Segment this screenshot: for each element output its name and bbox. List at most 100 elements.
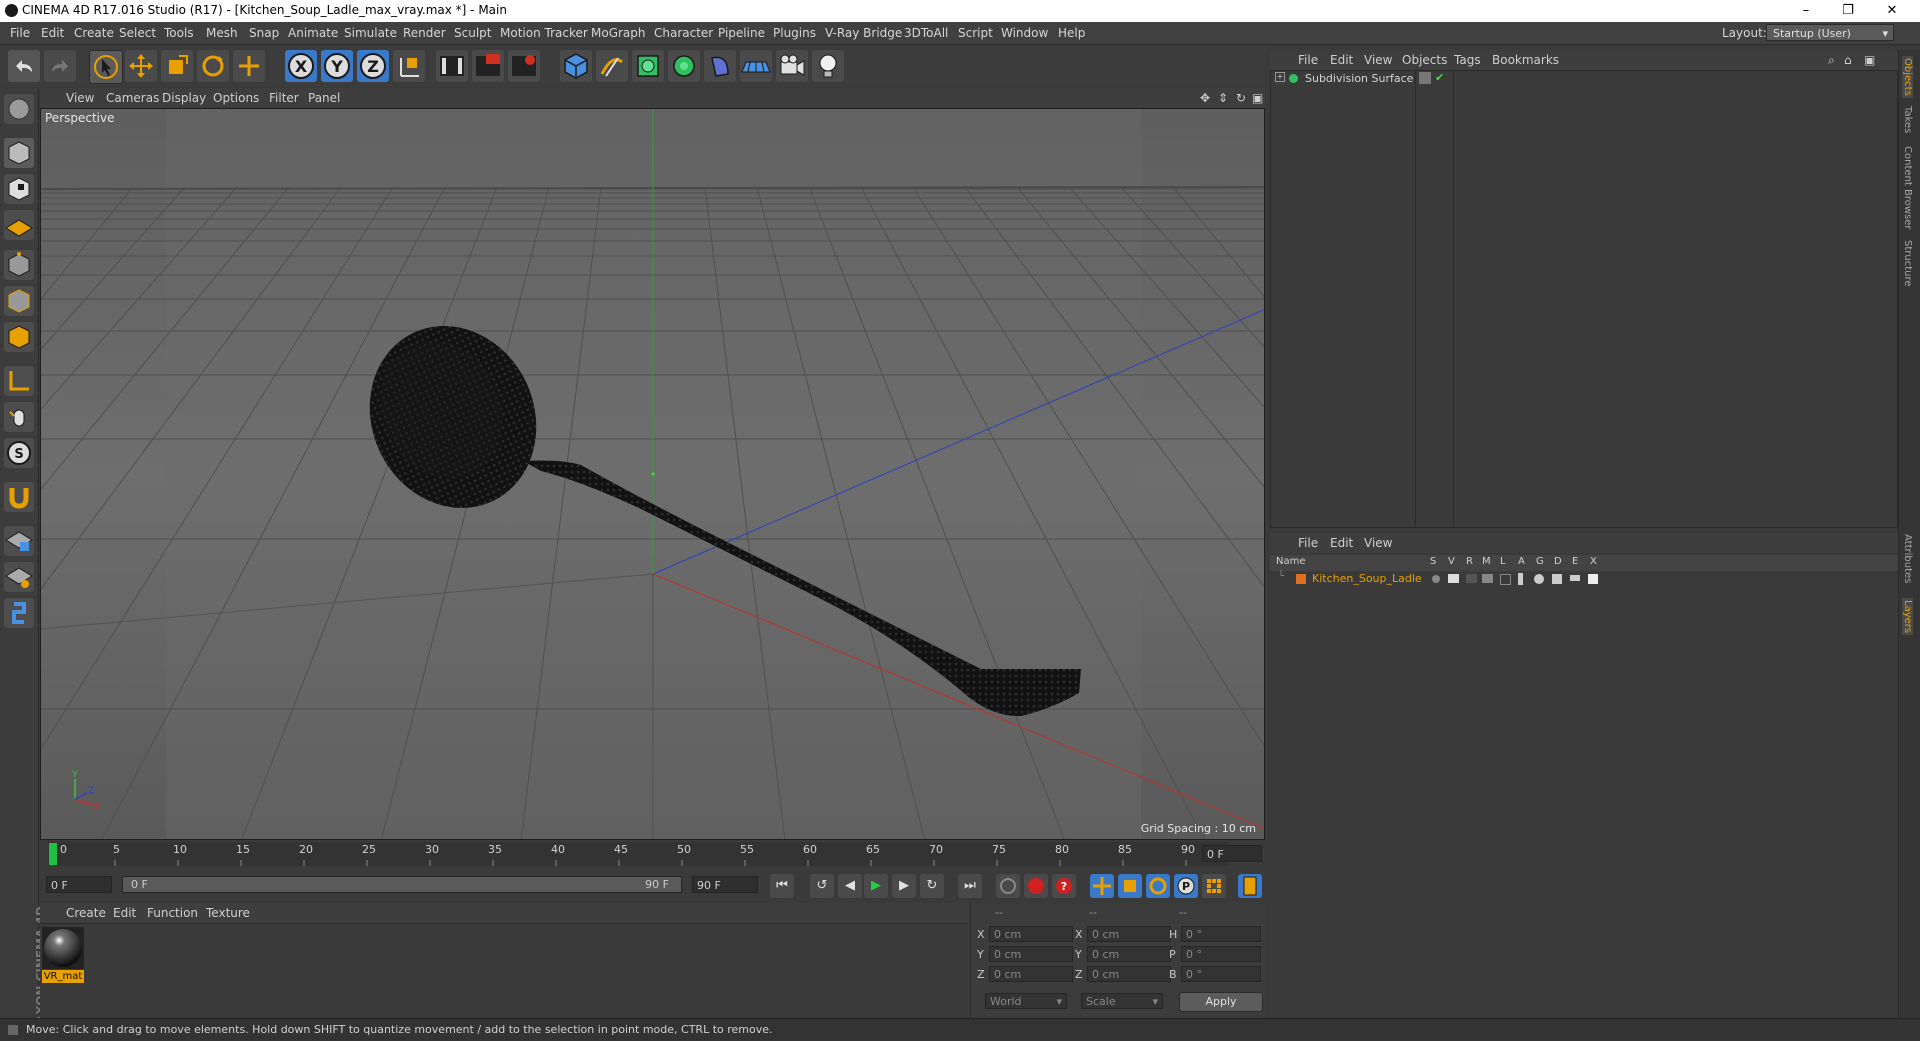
obj-menu-view[interactable]: View: [1364, 53, 1392, 67]
deformer-toggle-icon[interactable]: [1552, 574, 1562, 584]
menu-3dtoall[interactable]: 3DToAll: [904, 26, 948, 40]
menu-plugins[interactable]: Plugins: [773, 26, 816, 40]
maximize-button[interactable]: ❐: [1828, 2, 1868, 20]
texture-mode-icon[interactable]: [4, 174, 34, 204]
col-render[interactable]: R: [1466, 556, 1473, 567]
start-frame-field[interactable]: 0 F: [46, 876, 112, 893]
render-toggle-icon[interactable]: [1466, 574, 1477, 583]
search-icon[interactable]: ⌕: [1828, 53, 1835, 68]
python-icon[interactable]: [4, 598, 34, 628]
viewport-menu-display[interactable]: Display: [162, 91, 206, 105]
prev-key-button[interactable]: ↺: [810, 874, 834, 898]
maximize-panel-icon[interactable]: ▣: [1864, 53, 1875, 67]
go-to-start-button[interactable]: ⏮: [770, 874, 794, 898]
solo-toggle-icon[interactable]: [1432, 575, 1440, 583]
move-icon[interactable]: [125, 50, 157, 82]
layer-tag-icon[interactable]: [1419, 72, 1431, 84]
viewport-pan-icon[interactable]: ✥: [1200, 91, 1210, 105]
key-scale-icon[interactable]: [1118, 874, 1142, 898]
material-menu-edit[interactable]: Edit: [113, 906, 136, 920]
menu-animate[interactable]: Animate: [288, 26, 338, 40]
viewport-zoom-icon[interactable]: ⇕: [1218, 91, 1228, 105]
enabled-check-icon[interactable]: ✔: [1435, 71, 1444, 84]
tab-attributes[interactable]: Attributes: [1902, 534, 1913, 583]
menu-help[interactable]: Help: [1058, 26, 1085, 40]
tweak-icon[interactable]: [4, 402, 34, 432]
render-picture-viewer-icon[interactable]: [472, 50, 504, 82]
rotation-h-field[interactable]: 0 °: [1181, 926, 1261, 942]
viewport-menu-options[interactable]: Options: [213, 91, 259, 105]
grid-lock-icon[interactable]: [4, 526, 34, 556]
apply-button[interactable]: Apply: [1179, 992, 1263, 1012]
col-name[interactable]: Name: [1276, 556, 1306, 567]
manager-toggle-icon[interactable]: [1482, 574, 1493, 583]
key-pla-icon[interactable]: [1202, 874, 1226, 898]
rotate-icon[interactable]: [197, 50, 229, 82]
position-y-field[interactable]: 0 cm: [989, 946, 1073, 962]
menu-tools[interactable]: Tools: [164, 26, 194, 40]
scale-icon[interactable]: [161, 50, 193, 82]
undo-icon[interactable]: [8, 50, 40, 82]
menu-simulate[interactable]: Simulate: [344, 26, 397, 40]
autokey-icon[interactable]: ?: [1052, 874, 1076, 898]
snap-s-icon[interactable]: S: [4, 438, 34, 468]
menu-sculpt[interactable]: Sculpt: [454, 26, 491, 40]
world-coords-icon[interactable]: [393, 50, 425, 82]
object-row[interactable]: + Subdivision Surface ✔: [1271, 71, 1897, 87]
redo-icon[interactable]: [44, 50, 76, 82]
record-icon[interactable]: [1024, 874, 1048, 898]
material-swatch[interactable]: VR_mat: [42, 927, 84, 983]
key-param-icon[interactable]: P: [1174, 874, 1198, 898]
viewport-rotate-icon[interactable]: ↻: [1236, 91, 1246, 105]
tab-structure[interactable]: Structure: [1902, 240, 1913, 287]
polygons-mode-icon[interactable]: [4, 322, 34, 352]
end-frame-field[interactable]: 90 F: [692, 876, 758, 893]
coord-mode-scale-select[interactable]: Scale ▾: [1081, 993, 1163, 1009]
edges-mode-icon[interactable]: [4, 286, 34, 316]
select-cursor-icon[interactable]: [89, 50, 123, 84]
obj-menu-objects[interactable]: Objects: [1402, 53, 1447, 67]
key-rotate-icon[interactable]: [1146, 874, 1170, 898]
layer-color-swatch[interactable]: [1296, 574, 1306, 584]
viewport-menu-cameras[interactable]: Cameras: [106, 91, 159, 105]
col-locked[interactable]: L: [1500, 556, 1506, 567]
expand-icon[interactable]: +: [1275, 72, 1285, 82]
grid-settings-icon[interactable]: [4, 562, 34, 592]
menu-create[interactable]: Create: [74, 26, 114, 40]
obj-menu-tags[interactable]: Tags: [1454, 53, 1481, 67]
camera-icon[interactable]: [776, 50, 808, 82]
viewport-menu-view[interactable]: View: [66, 91, 94, 105]
model-mode-icon[interactable]: [4, 138, 34, 168]
col-expressions[interactable]: E: [1572, 556, 1578, 567]
menu-vray-bridge[interactable]: V-Ray Bridge: [825, 26, 902, 40]
points-mode-icon[interactable]: [4, 250, 34, 280]
rotation-p-field[interactable]: 0 °: [1181, 946, 1261, 962]
z-axis-icon[interactable]: Z: [357, 50, 389, 82]
col-xref[interactable]: X: [1590, 556, 1597, 567]
viewport-camera-label[interactable]: Perspective: [45, 111, 115, 125]
loop-button[interactable]: ↻: [920, 874, 944, 898]
close-button[interactable]: ✕: [1872, 2, 1912, 20]
workplane-icon[interactable]: [4, 210, 34, 240]
col-generators[interactable]: G: [1536, 556, 1544, 567]
prev-frame-button[interactable]: ◀: [838, 874, 862, 898]
col-deformers[interactable]: D: [1554, 556, 1562, 567]
layer-menu-view[interactable]: View: [1364, 536, 1392, 550]
menu-render[interactable]: Render: [403, 26, 446, 40]
move-axis-icon[interactable]: [233, 50, 265, 82]
layout-select[interactable]: Startup (User) ▾: [1766, 24, 1894, 41]
size-x-field[interactable]: 0 cm: [1087, 926, 1171, 942]
tab-layers[interactable]: Layers: [1902, 598, 1913, 636]
lock-toggle-icon[interactable]: [1500, 574, 1511, 585]
layer-menu-file[interactable]: File: [1298, 536, 1318, 550]
viewport-menu-filter[interactable]: Filter: [269, 91, 299, 105]
next-frame-button[interactable]: ▶: [892, 874, 916, 898]
size-z-field[interactable]: 0 cm: [1087, 966, 1171, 982]
coord-mode-world-select[interactable]: World ▾: [985, 993, 1067, 1009]
floor-icon[interactable]: [740, 50, 772, 82]
col-view[interactable]: V: [1448, 556, 1455, 567]
expression-toggle-icon[interactable]: [1570, 575, 1580, 581]
array-icon[interactable]: [668, 50, 700, 82]
go-to-end-button[interactable]: ⏭: [958, 874, 982, 898]
frame-range-slider[interactable]: 0 F 90 F: [122, 876, 682, 893]
